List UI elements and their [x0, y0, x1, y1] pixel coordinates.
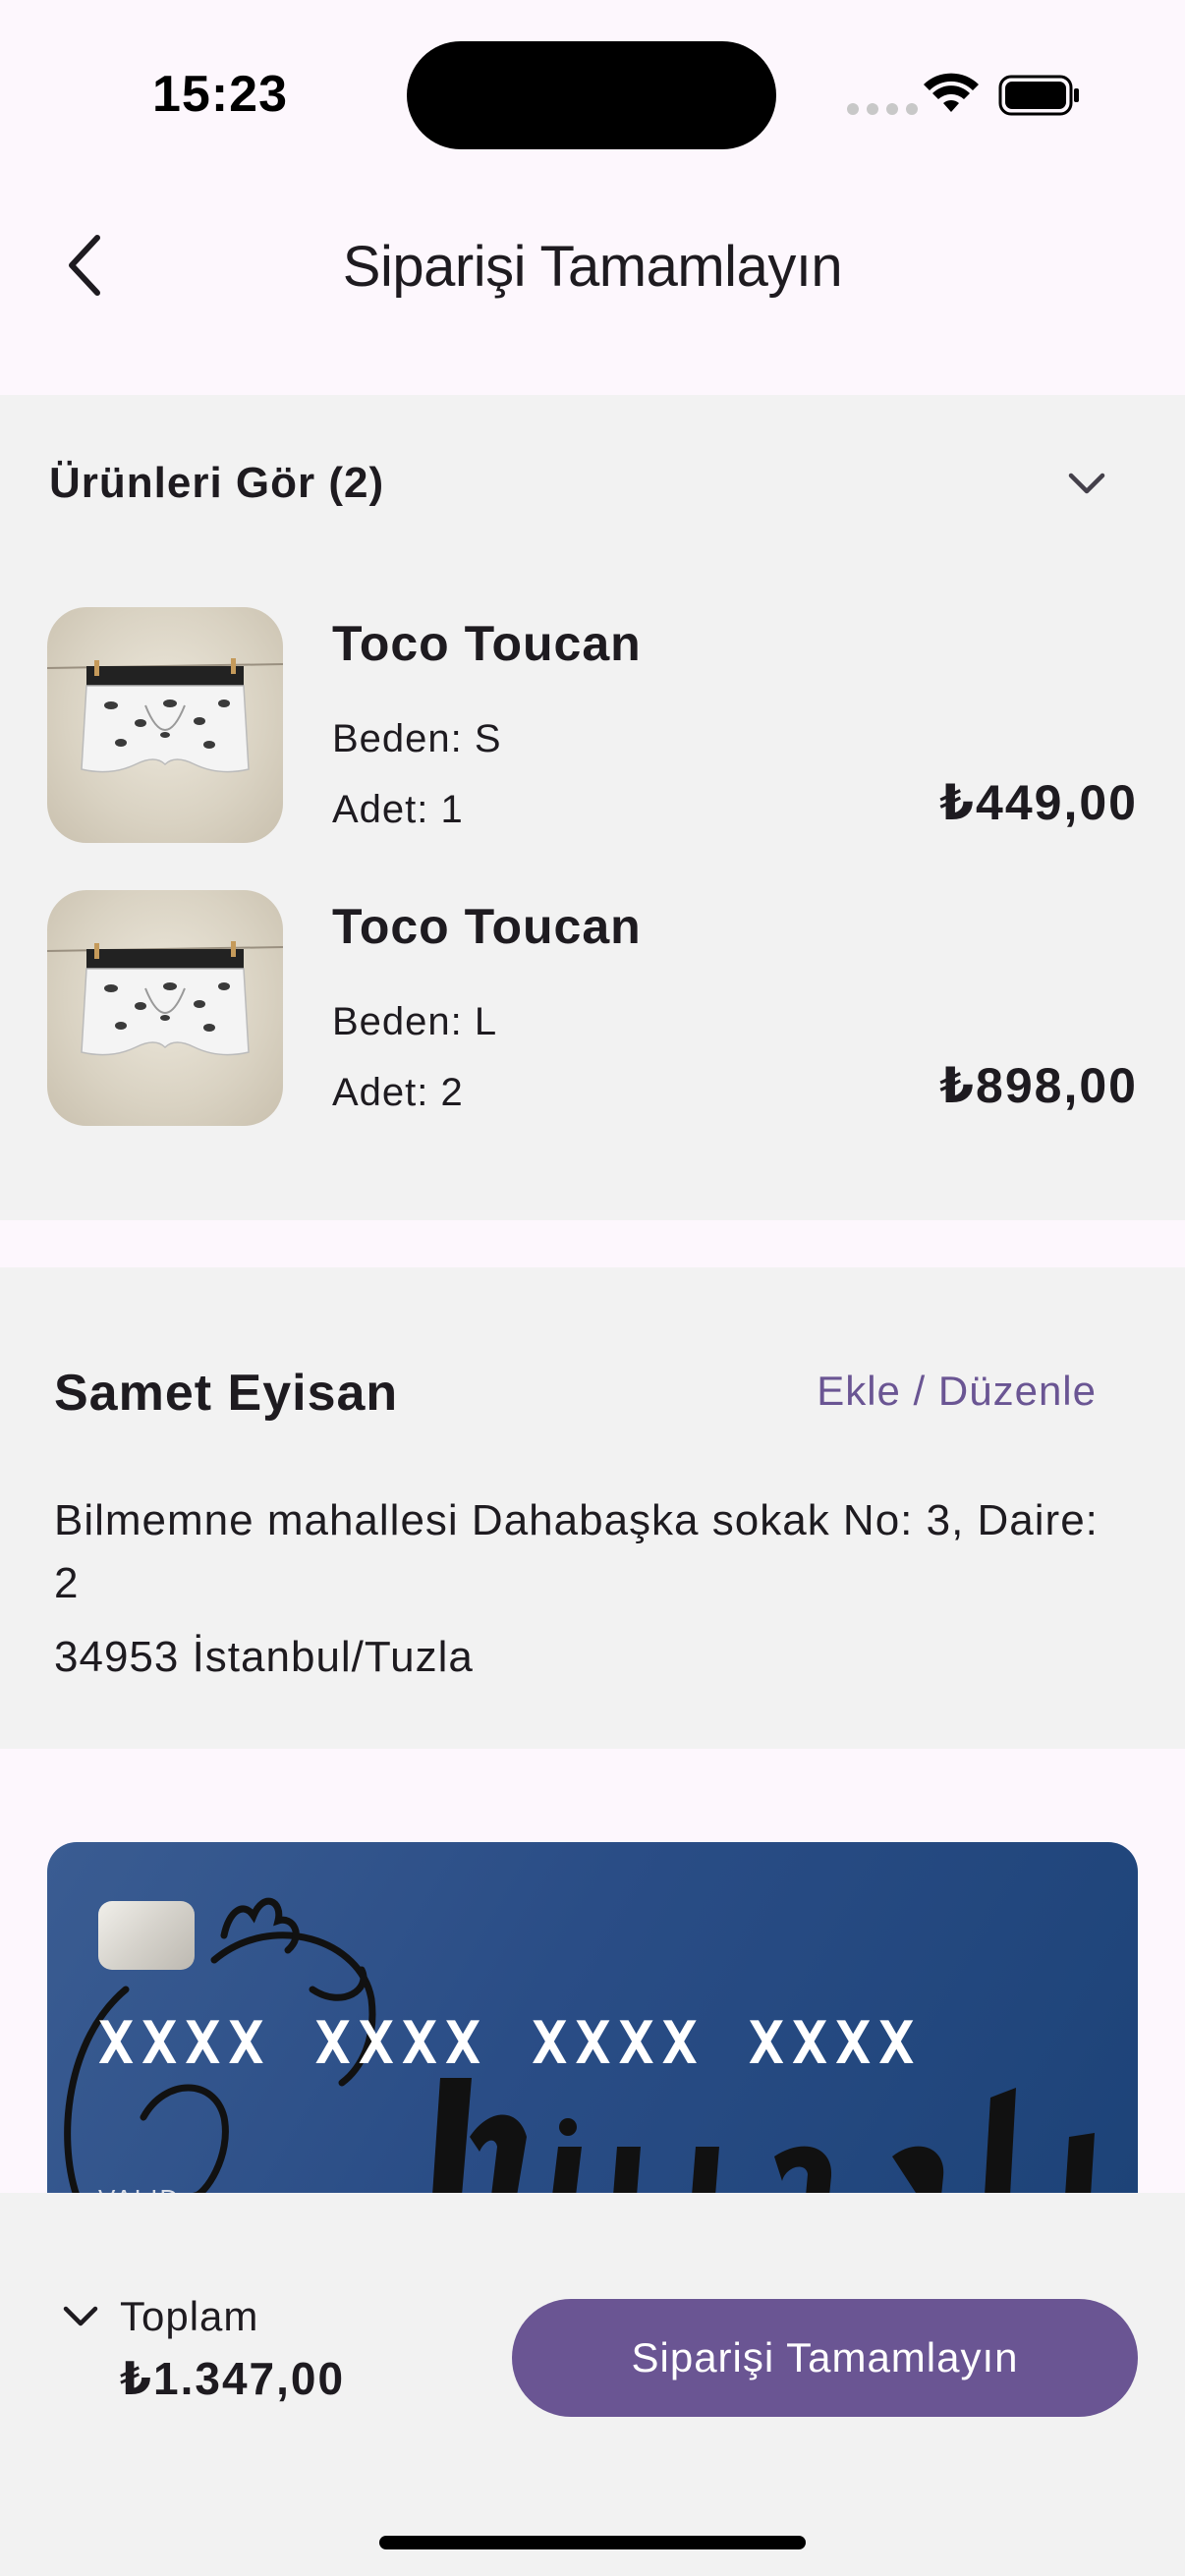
address-section: Samet Eyisan Ekle / Düzenle Bilmemne mah… [0, 1267, 1185, 1749]
address-edit-link[interactable]: Ekle / Düzenle [817, 1368, 1097, 1415]
total-label: Toplam [120, 2293, 259, 2339]
product-quantity: Adet: 1 [332, 788, 464, 831]
total-value: ₺1.347,00 [120, 2353, 346, 2404]
address-line: Bilmemne mahallesi Dahabaşka sokak No: 3… [54, 1496, 1099, 1607]
chevron-down-icon[interactable] [59, 2295, 102, 2338]
address-city: 34953 İstanbul/Tuzla [54, 1633, 474, 1681]
product-image [47, 890, 283, 1126]
bottom-bar: Toplam ₺1.347,00 Siparişi Tamamlayın [0, 2193, 1185, 2576]
product-size: Beden: S [332, 717, 502, 760]
product-price: ₺898,00 [939, 1058, 1138, 1113]
card-chip [98, 1901, 195, 1970]
chevron-down-icon[interactable] [1057, 454, 1116, 513]
battery-icon [998, 75, 1079, 116]
dynamic-island [407, 41, 776, 149]
address-name: Samet Eyisan [54, 1365, 399, 1422]
product-quantity: Adet: 2 [332, 1071, 464, 1114]
complete-order-button[interactable]: Siparişi Tamamlayın [512, 2299, 1138, 2417]
products-header-title: Ürünleri Gör (2) [49, 459, 385, 507]
product-name: Toco Toucan [332, 899, 642, 954]
product-item[interactable]: Toco Toucan Beden: S Adet: 1 ₺449,00 [47, 607, 1138, 843]
home-indicator[interactable] [379, 2536, 806, 2549]
product-size: Beden: L [332, 1000, 498, 1043]
products-section: Ürünleri Gör (2) Toco Toucan Beden: S Ad… [0, 395, 1185, 1220]
app-bar: Siparişi Tamamlayın [0, 187, 1185, 395]
product-item[interactable]: Toco Toucan Beden: L Adet: 2 ₺898,00 [47, 890, 1138, 1126]
product-price: ₺449,00 [939, 775, 1138, 830]
wifi-icon [924, 73, 979, 112]
signal-icon [847, 103, 918, 115]
status-bar: 15:23 [0, 0, 1185, 187]
product-image [47, 607, 283, 843]
card-number: XXXX XXXX XXXX XXXX [98, 2009, 923, 2078]
status-time: 15:23 [152, 66, 288, 123]
page-title: Siparişi Tamamlayın [342, 235, 843, 299]
product-name: Toco Toucan [332, 616, 642, 671]
payment-card[interactable]: XXXX XXXX XXXX XXXX VALID [47, 1842, 1138, 2196]
products-header[interactable]: Ürünleri Gör (2) [49, 454, 1130, 513]
